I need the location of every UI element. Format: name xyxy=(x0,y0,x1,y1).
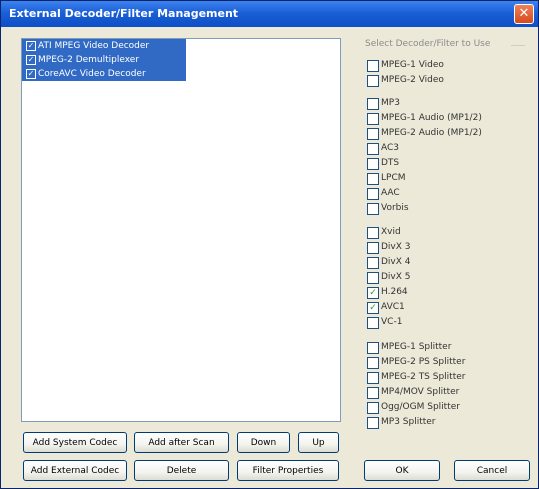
option-checkbox[interactable] xyxy=(367,341,379,354)
cancel-button[interactable]: Cancel xyxy=(454,460,530,481)
option-checkbox[interactable] xyxy=(367,127,379,140)
list-item-checkbox[interactable]: ✓ xyxy=(26,69,36,79)
list-item-checkbox[interactable]: ✓ xyxy=(26,41,36,51)
option-checkbox[interactable] xyxy=(367,157,379,170)
option-xvid[interactable]: Xvid xyxy=(367,226,401,239)
option-checkbox[interactable] xyxy=(367,401,379,414)
option-checkbox[interactable] xyxy=(367,316,379,329)
option-mp4-mov-splitter[interactable]: MP4/MOV Splitter xyxy=(367,386,459,399)
window-title: External Decoder/Filter Management xyxy=(9,7,239,20)
option-mpeg-2-ts-splitter[interactable]: MPEG-2 TS Splitter xyxy=(367,371,465,384)
option-vorbis[interactable]: Vorbis xyxy=(367,202,409,215)
option-checkbox[interactable] xyxy=(367,187,379,200)
list-item-label: ATI MPEG Video Decoder xyxy=(38,41,150,51)
option-checkbox[interactable] xyxy=(367,371,379,384)
option-label: MP3 xyxy=(381,98,400,108)
close-icon: ✕ xyxy=(518,6,530,21)
option-lpcm[interactable]: LPCM xyxy=(367,172,406,185)
option-h-264[interactable]: ✓ H.264 xyxy=(367,286,408,299)
option-mpeg-1-audio-mp1-2[interactable]: MPEG-1 Audio (MP1/2) xyxy=(367,112,482,125)
option-mpeg-2-video[interactable]: MPEG-2 Video xyxy=(367,74,444,87)
option-mpeg-2-ps-splitter[interactable]: MPEG-2 PS Splitter xyxy=(367,356,465,369)
add-after-scan-button[interactable]: Add after Scan xyxy=(134,432,229,453)
add-external-codec-button[interactable]: Add External Codec xyxy=(23,460,127,481)
option-label: Ogg/OGM Splitter xyxy=(381,402,460,412)
option-label: AAC xyxy=(381,188,400,198)
option-label: DTS xyxy=(381,158,400,168)
list-item[interactable]: ✓ ATI MPEG Video Decoder xyxy=(22,39,186,53)
option-label: MP4/MOV Splitter xyxy=(381,387,460,397)
group-divider xyxy=(511,45,525,46)
option-label: H.264 xyxy=(381,287,408,297)
option-ogg-ogm-splitter[interactable]: Ogg/OGM Splitter xyxy=(367,401,460,414)
option-label: MPEG-2 Video xyxy=(381,75,444,85)
option-label: VC-1 xyxy=(381,317,403,327)
option-mpeg-1-splitter[interactable]: MPEG-1 Splitter xyxy=(367,341,451,354)
option-checkbox[interactable] xyxy=(367,386,379,399)
option-label: MPEG-1 Video xyxy=(381,60,444,70)
option-label: DivX 3 xyxy=(381,242,411,252)
list-item-checkbox[interactable]: ✓ xyxy=(26,55,36,65)
list-item[interactable]: ✓ MPEG-2 Demultiplexer xyxy=(22,53,186,67)
option-label: AVC1 xyxy=(381,302,405,312)
option-divx-3[interactable]: DivX 3 xyxy=(367,241,411,254)
option-ac3[interactable]: AC3 xyxy=(367,142,399,155)
option-label: DivX 5 xyxy=(381,272,411,282)
option-label: DivX 4 xyxy=(381,257,411,267)
up-button[interactable]: Up xyxy=(298,432,339,453)
ok-button[interactable]: OK xyxy=(364,460,440,481)
option-checkbox[interactable] xyxy=(367,172,379,185)
option-vc-1[interactable]: VC-1 xyxy=(367,316,402,329)
list-item-label: CoreAVC Video Decoder xyxy=(38,69,146,79)
option-checkbox[interactable] xyxy=(367,112,379,125)
option-checkbox[interactable]: ✓ xyxy=(367,301,379,314)
delete-button[interactable]: Delete xyxy=(134,460,229,481)
add-system-codec-button[interactable]: Add System Codec xyxy=(23,432,127,453)
decoder-listbox[interactable]: ✓ ATI MPEG Video Decoder ✓ MPEG-2 Demultipl… xyxy=(21,38,341,422)
option-label: MPEG-1 Splitter xyxy=(381,342,452,352)
option-label: MPEG-2 PS Splitter xyxy=(381,357,466,367)
title-bar[interactable]: External Decoder/Filter Management ✕ xyxy=(1,1,538,27)
option-checkbox[interactable] xyxy=(367,97,379,110)
option-checkbox[interactable] xyxy=(367,356,379,369)
decoder-filter-dialog: External Decoder/Filter Management ✕ ✓ AT… xyxy=(0,0,539,489)
option-checkbox[interactable] xyxy=(367,241,379,254)
option-checkbox[interactable] xyxy=(367,59,379,72)
option-divx-4[interactable]: DivX 4 xyxy=(367,256,411,269)
option-label: Xvid xyxy=(381,227,401,237)
option-label: MPEG-2 TS Splitter xyxy=(381,372,466,382)
option-checkbox[interactable] xyxy=(367,142,379,155)
option-mpeg-2-audio-mp1-2[interactable]: MPEG-2 Audio (MP1/2) xyxy=(367,127,482,140)
option-avc1[interactable]: ✓ AVC1 xyxy=(367,301,405,314)
group-title: Select Decoder/Filter to Use xyxy=(365,39,491,49)
option-label: MPEG-1 Audio (MP1/2) xyxy=(381,113,482,123)
option-checkbox[interactable] xyxy=(367,256,379,269)
option-checkbox[interactable] xyxy=(367,226,379,239)
option-checkbox[interactable]: ✓ xyxy=(367,286,379,299)
option-label: MPEG-2 Audio (MP1/2) xyxy=(381,128,482,138)
list-item[interactable]: ✓ CoreAVC Video Decoder xyxy=(22,67,186,81)
option-mpeg-1-video[interactable]: MPEG-1 Video xyxy=(367,59,444,72)
option-mp3-splitter[interactable]: MP3 Splitter xyxy=(367,416,436,429)
option-checkbox[interactable] xyxy=(367,416,379,429)
option-label: MP3 Splitter xyxy=(381,417,436,427)
close-button[interactable]: ✕ xyxy=(514,4,534,24)
option-aac[interactable]: AAC xyxy=(367,187,400,200)
option-checkbox[interactable] xyxy=(367,271,379,284)
option-checkbox[interactable] xyxy=(367,74,379,87)
option-label: LPCM xyxy=(381,173,406,183)
option-dts[interactable]: DTS xyxy=(367,157,399,170)
option-mp3[interactable]: MP3 xyxy=(367,97,400,110)
option-label: Vorbis xyxy=(381,203,409,213)
filter-properties-button[interactable]: Filter Properties xyxy=(237,460,339,481)
list-item-label: MPEG-2 Demultiplexer xyxy=(38,55,140,65)
option-label: AC3 xyxy=(381,143,400,153)
option-divx-5[interactable]: DivX 5 xyxy=(367,271,411,284)
option-checkbox[interactable] xyxy=(367,202,379,215)
down-button[interactable]: Down xyxy=(237,432,290,453)
